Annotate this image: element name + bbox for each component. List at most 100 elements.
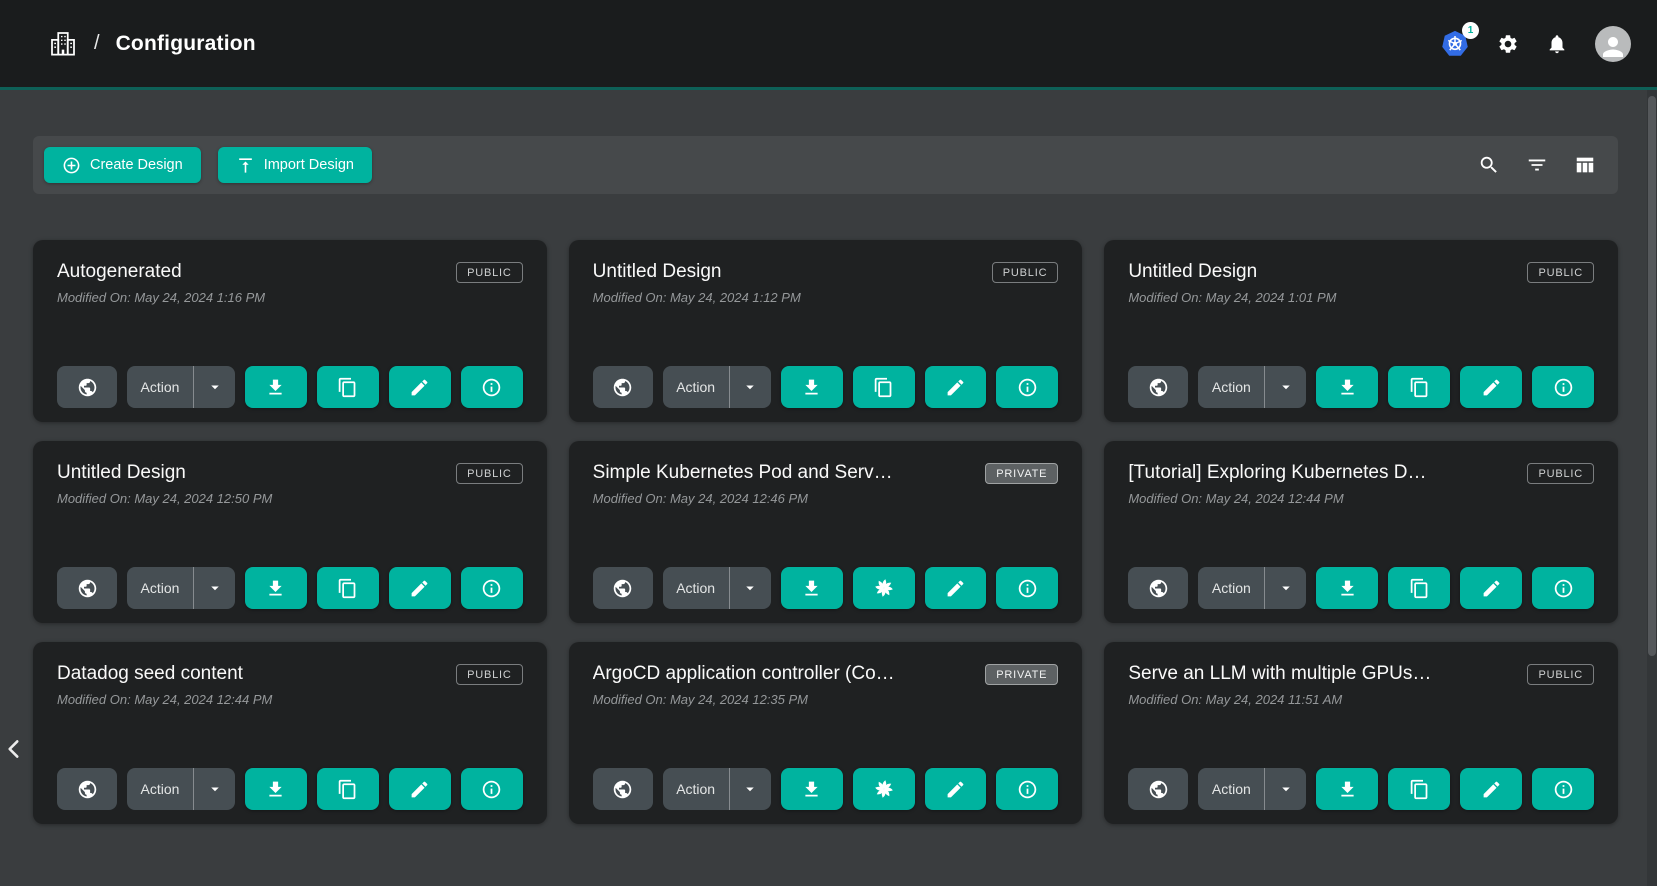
action-button[interactable]: Action [127, 567, 193, 609]
visibility-globe-button[interactable] [593, 768, 653, 810]
action-dropdown-button[interactable] [193, 567, 235, 609]
kubernetes-context-icon[interactable]: 1 [1440, 29, 1470, 59]
download-button[interactable] [1316, 567, 1378, 609]
info-button[interactable] [461, 567, 523, 609]
clone-button[interactable] [1388, 768, 1450, 810]
action-dropdown-button[interactable] [1264, 768, 1306, 810]
design-card: Datadog seed content PUBLIC Modified On:… [33, 642, 547, 824]
download-icon [801, 779, 822, 800]
edit-button[interactable] [925, 366, 987, 408]
action-button[interactable]: Action [1198, 768, 1264, 810]
card-actions: Action [57, 567, 523, 609]
edit-button[interactable] [1460, 366, 1522, 408]
edit-pencil-icon [945, 377, 966, 398]
modified-on-text: Modified On: May 24, 2024 12:46 PM [593, 491, 1059, 506]
card-actions: Action [57, 366, 523, 408]
info-button[interactable] [1532, 567, 1594, 609]
clone-button[interactable] [317, 366, 379, 408]
copy-icon [1409, 779, 1430, 800]
visibility-globe-button[interactable] [57, 768, 117, 810]
visibility-globe-button[interactable] [1128, 567, 1188, 609]
action-button[interactable]: Action [1198, 567, 1264, 609]
user-avatar-icon[interactable] [1595, 26, 1631, 62]
visibility-badge: PRIVATE [985, 463, 1058, 484]
clone-button[interactable] [317, 768, 379, 810]
download-button[interactable] [1316, 768, 1378, 810]
visibility-globe-button[interactable] [57, 366, 117, 408]
design-spiral-icon [872, 576, 896, 600]
visibility-badge: PUBLIC [1527, 463, 1594, 484]
clone-button[interactable] [853, 567, 915, 609]
action-split-button: Action [1198, 567, 1306, 609]
visibility-globe-button[interactable] [1128, 768, 1188, 810]
info-icon [1553, 779, 1574, 800]
scrollbar-thumb[interactable] [1648, 96, 1656, 656]
action-dropdown-button[interactable] [193, 366, 235, 408]
import-design-button[interactable]: Import Design [218, 147, 372, 183]
download-button[interactable] [781, 768, 843, 810]
info-button[interactable] [996, 366, 1058, 408]
settings-gear-icon[interactable] [1497, 33, 1519, 55]
download-button[interactable] [781, 567, 843, 609]
action-button[interactable]: Action [127, 768, 193, 810]
info-button[interactable] [1532, 366, 1594, 408]
edit-button[interactable] [1460, 567, 1522, 609]
table-view-icon[interactable] [1574, 154, 1596, 176]
collapse-sidebar-chevron-icon[interactable] [1, 733, 27, 767]
notifications-bell-icon[interactable] [1546, 33, 1568, 55]
page-title: Configuration [116, 32, 256, 56]
card-actions: Action [1128, 366, 1594, 408]
app-header: / Configuration 1 [0, 0, 1657, 90]
visibility-globe-button[interactable] [1128, 366, 1188, 408]
action-dropdown-button[interactable] [729, 366, 771, 408]
action-dropdown-button[interactable] [193, 768, 235, 810]
design-title: Autogenerated [57, 261, 444, 283]
edit-button[interactable] [1460, 768, 1522, 810]
search-icon[interactable] [1478, 154, 1500, 176]
download-button[interactable] [245, 768, 307, 810]
action-button[interactable]: Action [663, 768, 729, 810]
context-count-badge: 1 [1462, 22, 1479, 39]
info-icon [1017, 578, 1038, 599]
action-dropdown-button[interactable] [729, 567, 771, 609]
design-card: Untitled Design PUBLIC Modified On: May … [33, 441, 547, 623]
design-card: Serve an LLM with multiple GPUs… PUBLIC … [1104, 642, 1618, 824]
download-button[interactable] [781, 366, 843, 408]
visibility-globe-button[interactable] [57, 567, 117, 609]
action-button[interactable]: Action [663, 567, 729, 609]
filter-icon[interactable] [1526, 154, 1548, 176]
action-dropdown-button[interactable] [729, 768, 771, 810]
info-button[interactable] [996, 768, 1058, 810]
create-design-button[interactable]: Create Design [44, 147, 201, 183]
info-button[interactable] [461, 366, 523, 408]
download-button[interactable] [245, 366, 307, 408]
clone-button[interactable] [853, 768, 915, 810]
action-dropdown-button[interactable] [1264, 567, 1306, 609]
clone-button[interactable] [1388, 567, 1450, 609]
visibility-globe-button[interactable] [593, 567, 653, 609]
edit-button[interactable] [925, 567, 987, 609]
action-dropdown-button[interactable] [1264, 366, 1306, 408]
caret-down-icon [1277, 780, 1295, 798]
modified-on-text: Modified On: May 24, 2024 1:16 PM [57, 290, 523, 305]
action-button[interactable]: Action [127, 366, 193, 408]
action-button[interactable]: Action [1198, 366, 1264, 408]
globe-public-icon [1148, 377, 1169, 398]
action-button[interactable]: Action [663, 366, 729, 408]
info-icon [481, 779, 502, 800]
page-scrollbar [1647, 0, 1657, 886]
edit-button[interactable] [389, 366, 451, 408]
clone-button[interactable] [1388, 366, 1450, 408]
card-actions: Action [57, 768, 523, 810]
info-button[interactable] [1532, 768, 1594, 810]
download-button[interactable] [1316, 366, 1378, 408]
edit-button[interactable] [925, 768, 987, 810]
clone-button[interactable] [317, 567, 379, 609]
visibility-globe-button[interactable] [593, 366, 653, 408]
download-button[interactable] [245, 567, 307, 609]
clone-button[interactable] [853, 366, 915, 408]
edit-button[interactable] [389, 567, 451, 609]
edit-button[interactable] [389, 768, 451, 810]
info-button[interactable] [996, 567, 1058, 609]
info-button[interactable] [461, 768, 523, 810]
